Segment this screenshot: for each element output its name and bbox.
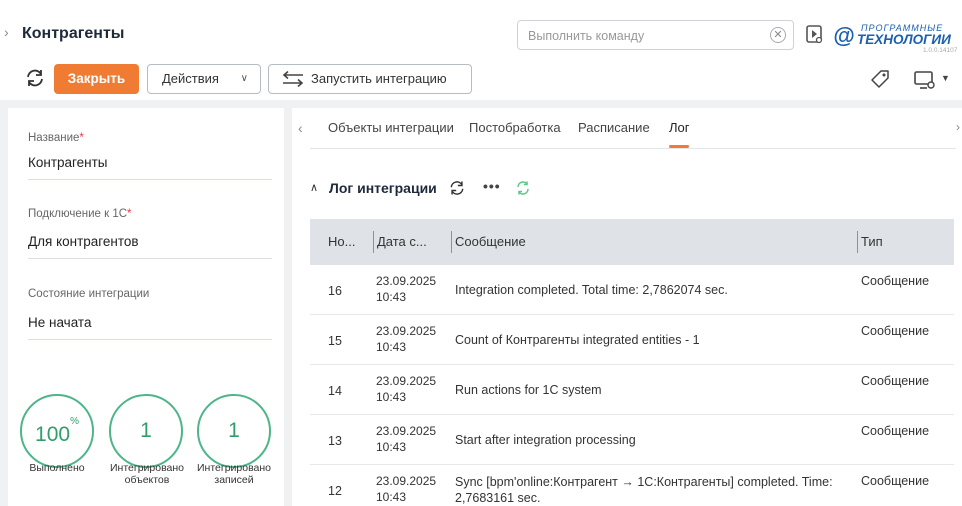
row-message: Start after integration processing [455, 433, 636, 447]
row-date: 23.09.2025 10:43 [376, 474, 437, 504]
chevron-down-icon: ∨ [240, 73, 248, 84]
row-message: Count of Контрагенты integrated entities… [455, 333, 700, 347]
toolbar: Закрыть Действия ∨ Запустить интеграцию … [0, 58, 962, 100]
tab-integration-objects[interactable]: Объекты интеграции [328, 120, 454, 135]
page: › Контрагенты ✕ @ ПРОГРАММНЫЕ ТЕХНОЛОГИИ… [0, 0, 962, 506]
progress-value: 100% [35, 416, 79, 446]
row-date: 23.09.2025 10:43 [376, 274, 437, 304]
progress-circle: 100% [20, 394, 94, 468]
tabs-scroll-left-icon[interactable]: ‹ [298, 120, 303, 136]
name-field[interactable]: Контрагенты [28, 155, 272, 180]
close-button[interactable]: Закрыть [54, 64, 139, 94]
log-refresh-icon[interactable] [448, 179, 466, 197]
row-date: 23.09.2025 10:43 [376, 424, 437, 454]
command-box[interactable]: ✕ [517, 20, 794, 50]
logo-version: 1.0.0.14107 [923, 47, 958, 54]
state-label: Состояние интеграции [28, 288, 150, 300]
grid-header: Но... Дата с... Сообщение Тип [310, 219, 954, 265]
row-number: 16 [328, 284, 342, 298]
objects-value: 1 [140, 419, 152, 442]
row-number: 12 [328, 484, 342, 498]
column-separator[interactable] [373, 231, 374, 253]
row-date: 23.09.2025 10:43 [376, 324, 437, 354]
sync-icon[interactable] [515, 180, 531, 196]
actions-label: Действия [162, 71, 219, 86]
swap-arrows-icon [282, 71, 304, 87]
column-separator[interactable] [857, 231, 858, 253]
row-message: Integration completed. Total time: 2,786… [455, 283, 728, 297]
row-date: 23.09.2025 10:43 [376, 374, 437, 404]
objects-circle: 1 [109, 394, 183, 468]
objects-caption: Интегрировано объектов [109, 462, 185, 486]
column-header-message[interactable]: Сообщение [455, 234, 526, 249]
expand-arrow-icon[interactable]: › [4, 24, 9, 40]
column-header-type[interactable]: Тип [861, 234, 883, 249]
run-integration-button[interactable]: Запустить интеграцию [268, 64, 472, 94]
monitor-dropdown-icon[interactable]: ▼ [941, 73, 950, 83]
log-grid: Но... Дата с... Сообщение Тип 16 23.09.2… [310, 219, 954, 506]
table-row[interactable]: 12 23.09.2025 10:43 Sync [bpm'online:Кон… [310, 465, 954, 506]
column-separator[interactable] [451, 231, 452, 253]
records-caption: Интегрировано записей [196, 462, 272, 486]
row-type: Сообщение [861, 324, 930, 338]
tab-log[interactable]: Лог [669, 120, 690, 135]
row-type: Сообщение [861, 374, 930, 388]
row-type: Сообщение [861, 474, 930, 488]
state-field: Не начата [28, 315, 272, 340]
row-number: 13 [328, 434, 342, 448]
name-label: Название* [28, 132, 84, 144]
records-value: 1 [228, 419, 240, 442]
tab-schedule[interactable]: Расписание [578, 120, 650, 135]
row-number: 15 [328, 334, 342, 348]
column-header-date[interactable]: Дата с... [377, 234, 427, 249]
log-section-title: Лог интеграции [329, 180, 437, 196]
more-options-icon[interactable]: ••• [483, 178, 501, 194]
table-row[interactable]: 15 23.09.2025 10:43 Count of Контрагенты… [310, 315, 954, 365]
row-message: Run actions for 1C system [455, 383, 602, 397]
header: › Контрагенты ✕ @ ПРОГРАММНЫЕ ТЕХНОЛОГИИ… [0, 0, 962, 58]
page-title: Контрагенты [22, 25, 125, 42]
collapse-chevron-icon[interactable]: ∧ [310, 181, 318, 194]
records-circle: 1 [197, 394, 271, 468]
tag-icon[interactable] [870, 69, 890, 89]
refresh-icon[interactable] [24, 67, 46, 89]
table-row[interactable]: 13 23.09.2025 10:43 Start after integrat… [310, 415, 954, 465]
command-input[interactable] [528, 27, 758, 45]
tabs-scroll-right-icon[interactable]: › [956, 120, 960, 134]
connection-label: Подключение к 1С* [28, 208, 132, 220]
table-row[interactable]: 16 23.09.2025 10:43 Integration complete… [310, 265, 954, 315]
connection-field[interactable]: Для контрагентов [28, 234, 272, 259]
left-panel: Название* Контрагенты Подключение к 1С* … [8, 108, 284, 506]
run-integration-label: Запустить интеграцию [311, 71, 447, 86]
company-logo: @ ПРОГРАММНЫЕ ТЕХНОЛОГИИ 1.0.0.14107 [833, 21, 961, 55]
column-header-number[interactable]: Но... [328, 234, 355, 249]
play-search-icon[interactable] [806, 25, 824, 45]
monitor-settings-icon[interactable] [914, 70, 936, 90]
tab-postprocessing[interactable]: Постобработка [469, 120, 561, 135]
clear-icon[interactable]: ✕ [770, 27, 786, 43]
logo-main-text: ТЕХНОЛОГИИ [857, 32, 951, 47]
actions-button[interactable]: Действия ∨ [147, 64, 261, 94]
row-type: Сообщение [861, 274, 930, 288]
tabs-divider [310, 148, 956, 149]
table-row[interactable]: 14 23.09.2025 10:43 Run actions for 1C s… [310, 365, 954, 415]
right-panel: ‹ › Объекты интеграции Постобработка Рас… [292, 108, 962, 506]
row-message: Sync [bpm'online:Контрагент → 1C:Контраг… [455, 475, 833, 505]
row-type: Сообщение [861, 424, 930, 438]
logo-at-icon: @ [833, 23, 855, 48]
row-number: 14 [328, 384, 342, 398]
progress-caption: Выполнено [29, 462, 85, 474]
